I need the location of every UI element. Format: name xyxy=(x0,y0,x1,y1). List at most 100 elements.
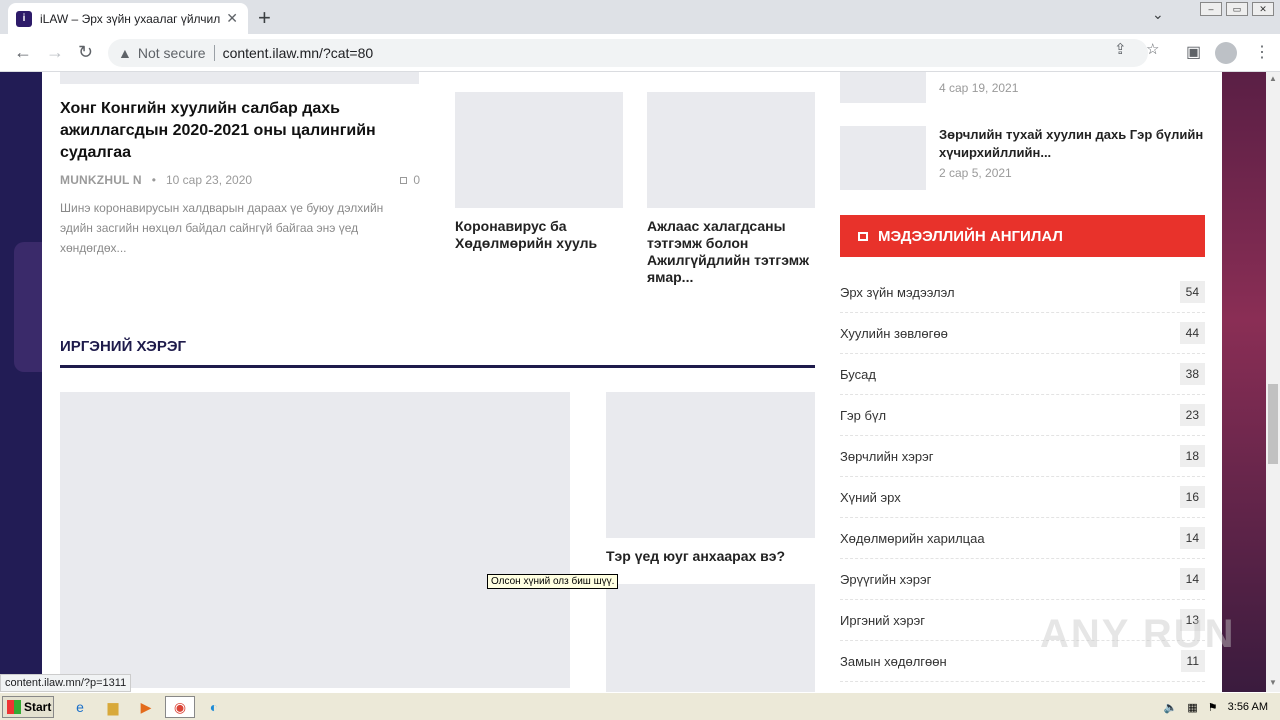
post-author[interactable]: MUNKZHUL N xyxy=(60,173,142,187)
category-name[interactable]: Иргэний хэрэг xyxy=(840,613,925,628)
category-item[interactable]: Эрх зүйн мэдээлэл 54 xyxy=(840,272,1205,313)
volume-icon[interactable]: 🔈 xyxy=(1164,701,1178,714)
categories-title: МЭДЭЭЛЛИЙН АНГИЛАЛ xyxy=(878,227,1063,245)
category-name[interactable]: Эрх зүйн мэдээлэл xyxy=(840,285,955,300)
internet-explorer-icon[interactable]: e xyxy=(70,697,90,717)
card-image[interactable] xyxy=(647,92,815,208)
folder-icon xyxy=(858,231,868,241)
section-heading[interactable]: ИРГЭНИЙ ХЭРЭГ xyxy=(60,338,186,355)
category-count: 38 xyxy=(1179,363,1205,385)
clock[interactable]: 3:56 AM xyxy=(1228,701,1268,713)
category-item[interactable]: Бусад 38 xyxy=(840,354,1205,395)
folder-icon[interactable]: ▆ xyxy=(103,697,123,717)
bookmark-star-icon[interactable]: ☆ xyxy=(1146,40,1159,58)
category-name[interactable]: Хуулийн зөвлөгөө xyxy=(840,326,948,341)
edge-icon[interactable]: ◐ xyxy=(204,697,224,717)
sidebar-post-date: 2 сар 5, 2021 xyxy=(939,166,1012,180)
scroll-up-icon[interactable]: ▲ xyxy=(1269,74,1277,83)
category-item[interactable]: Гэр бүл 23 xyxy=(840,395,1205,436)
category-item[interactable]: Зөрчлийн хэрэг 18 xyxy=(840,436,1205,477)
category-name[interactable]: Гэр бүл xyxy=(840,408,886,423)
share-icon[interactable]: ⇪ xyxy=(1114,40,1127,58)
side-panel-icon[interactable]: ▣ xyxy=(1186,42,1201,62)
anyrun-watermark: ANY RUN xyxy=(1040,612,1236,656)
browser-toolbar: ← → ↻ ▲ Not secure content.ilaw.mn/?cat=… xyxy=(0,34,1280,72)
site-favicon-icon: i xyxy=(16,10,32,27)
close-tab-icon[interactable]: ✕ xyxy=(226,10,238,27)
sidebar-post-thumb[interactable] xyxy=(840,72,926,103)
network-icon[interactable]: ▦ xyxy=(1187,701,1197,714)
flag-icon[interactable]: ⚑ xyxy=(1208,701,1218,714)
category-item[interactable]: Хүний эрх 16 xyxy=(840,477,1205,518)
sidebar-post-title[interactable]: Зөрчлийн тухай хуулин дахь Гэр бүлийн хү… xyxy=(939,126,1205,162)
warning-icon[interactable]: ▲ xyxy=(118,45,132,61)
menu-kebab-icon[interactable]: ⋮ xyxy=(1254,42,1270,62)
category-count: 18 xyxy=(1179,445,1205,467)
window-controls: – ▭ ✕ xyxy=(1200,2,1274,16)
background-right xyxy=(1222,72,1268,692)
close-window-button[interactable]: ✕ xyxy=(1252,2,1274,16)
not-secure-label[interactable]: Not secure xyxy=(138,45,206,61)
taskbar: Start e ▆ ▶ ◉ ◐ 🔈 ▦ ⚑ 3:56 AM xyxy=(0,692,1280,720)
card-image[interactable] xyxy=(455,92,623,208)
categories-header: МЭДЭЭЛЛИЙН АНГИЛАЛ xyxy=(840,215,1205,257)
scrollbar-thumb[interactable] xyxy=(1268,384,1278,464)
reload-icon[interactable]: ↻ xyxy=(78,42,93,63)
post-date: 10 сар 23, 2020 xyxy=(165,173,253,187)
category-name[interactable]: Бусад xyxy=(840,367,876,382)
chrome-icon[interactable]: ◉ xyxy=(165,696,195,718)
section-card-image[interactable] xyxy=(606,392,815,538)
card-title[interactable]: Ажлаас халагдсаны тэтгэмж болон Ажилгүйд… xyxy=(647,218,815,286)
url-text[interactable]: content.ilaw.mn/?cat=80 xyxy=(223,45,374,61)
post-excerpt: Шинэ коронавирусын халдварын дараах үе б… xyxy=(60,201,384,255)
category-count: 14 xyxy=(1179,568,1205,590)
category-name[interactable]: Зөрчлийн хэрэг xyxy=(840,449,933,464)
minimize-button[interactable]: – xyxy=(1200,2,1222,16)
tab-title: iLAW – Эрх зүйн ухаалаг үйлчилгээ xyxy=(40,11,220,26)
card-title[interactable]: Коронавирус ба Хөдөлмөрийн хууль xyxy=(455,218,620,252)
category-name[interactable]: Хөдөлмөрийн харилцаа xyxy=(840,531,985,546)
category-item[interactable]: Хөдөлмөрийн харилцаа 14 xyxy=(840,518,1205,559)
section-card-image[interactable] xyxy=(606,584,815,692)
category-item[interactable]: Эрүүгийн хэрэг 14 xyxy=(840,559,1205,600)
windows-logo-icon xyxy=(7,700,21,714)
start-label: Start xyxy=(24,700,52,714)
page-scrollbar[interactable]: ▲ ▼ xyxy=(1266,72,1280,692)
divider xyxy=(213,45,215,61)
category-name[interactable]: Замын хөдөлгөөн xyxy=(840,654,947,669)
category-item[interactable]: Хуулийн зөвлөгөө 44 xyxy=(840,313,1205,354)
category-count: 44 xyxy=(1179,322,1205,344)
post-meta: MUNKZHUL N • 10 сар 23, 2020 0 xyxy=(60,173,420,187)
media-player-icon[interactable]: ▶ xyxy=(136,697,156,717)
category-count: 23 xyxy=(1179,404,1205,426)
address-bar[interactable]: ▲ Not secure content.ilaw.mn/?cat=80 xyxy=(108,39,1148,67)
status-bar-url: content.ilaw.mn/?p=1311 xyxy=(0,674,132,692)
tab-strip: i iLAW – Эрх зүйн ухаалаг үйлчилгээ ✕ + … xyxy=(0,0,1280,34)
profile-avatar[interactable] xyxy=(1215,42,1237,64)
section-card-title[interactable]: Тэр үед юуг анхаарах вэ? xyxy=(606,548,815,565)
back-arrow-icon[interactable]: ← xyxy=(14,42,32,63)
link-tooltip: Олсон хүний олз биш шүү. xyxy=(487,574,619,589)
start-button[interactable]: Start xyxy=(2,696,54,718)
new-tab-icon[interactable]: + xyxy=(258,5,271,31)
category-count: 14 xyxy=(1179,527,1205,549)
section-divider xyxy=(60,365,815,368)
comment-count[interactable]: 0 xyxy=(400,173,420,187)
maximize-button[interactable]: ▭ xyxy=(1226,2,1248,16)
category-name[interactable]: Хүний эрх xyxy=(840,490,901,505)
scroll-down-icon[interactable]: ▼ xyxy=(1269,678,1277,687)
featured-post-title[interactable]: Хонг Конгийн хуулийн салбар дахь ажиллаг… xyxy=(60,98,420,164)
comment-count-value: 0 xyxy=(413,173,420,187)
comment-icon xyxy=(400,176,408,184)
category-count: 54 xyxy=(1179,281,1205,303)
forward-arrow-icon[interactable]: → xyxy=(46,42,64,63)
sidebar-post-thumb[interactable] xyxy=(840,126,926,190)
category-name[interactable]: Эрүүгийн хэрэг xyxy=(840,572,931,587)
category-count: 16 xyxy=(1179,486,1205,508)
featured-image[interactable] xyxy=(60,72,419,84)
meta-separator: • xyxy=(151,173,156,187)
section-main-image[interactable] xyxy=(60,392,570,688)
sidebar-post-date: 4 сар 19, 2021 xyxy=(939,81,1019,95)
browser-tab[interactable]: i iLAW – Эрх зүйн ухаалаг үйлчилгээ ✕ xyxy=(8,3,248,34)
tab-search-chevron-icon[interactable]: ⌄ xyxy=(1152,6,1164,23)
